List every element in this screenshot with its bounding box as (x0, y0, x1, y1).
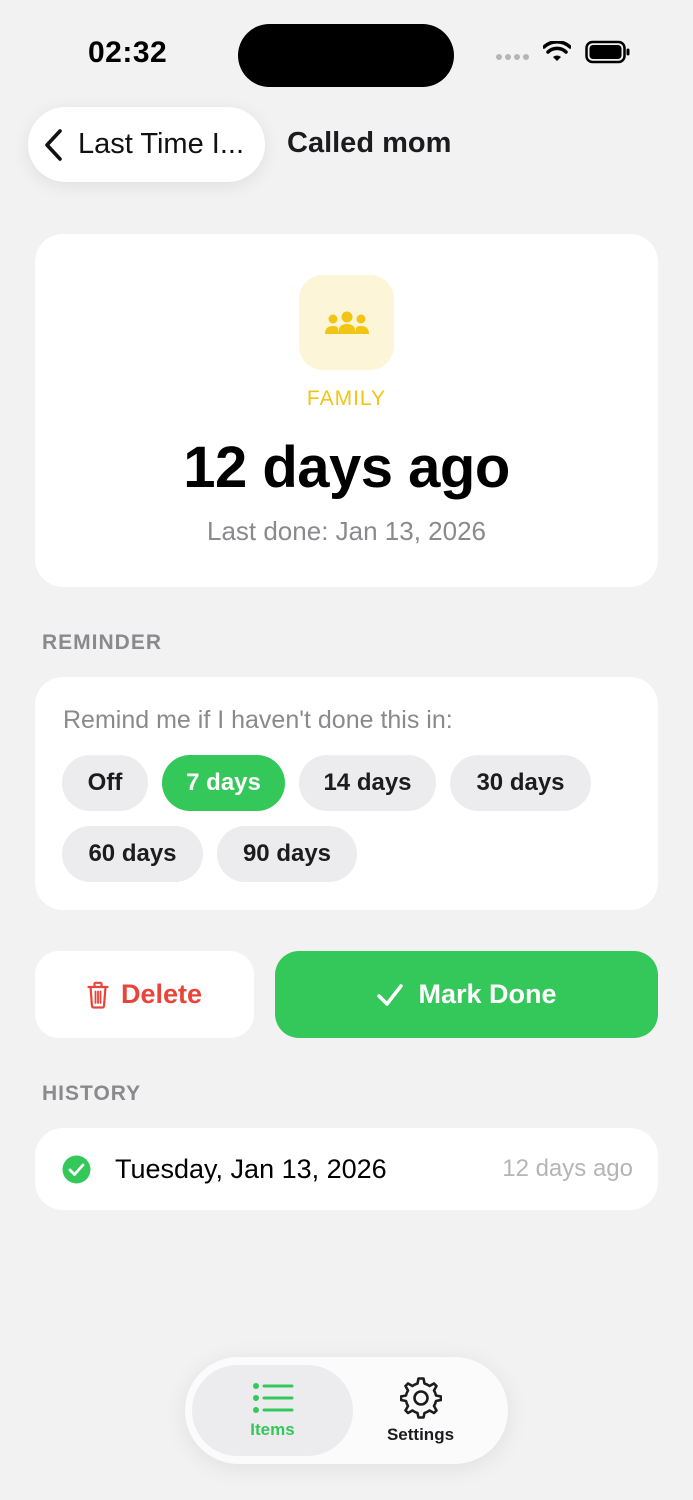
delete-button[interactable]: Delete (35, 951, 254, 1038)
back-button[interactable]: Last Time I... (28, 107, 265, 182)
tab-bar: Items Settings (185, 1357, 508, 1464)
reminder-option-30-days[interactable]: 30 days (450, 755, 591, 811)
elapsed-time: 12 days ago (183, 435, 510, 500)
history-section-header: HISTORY (42, 1082, 142, 1105)
back-button-label: Last Time I... (78, 128, 244, 160)
mark-done-button[interactable]: Mark Done (275, 951, 658, 1038)
reminder-option-60-days[interactable]: 60 days (62, 826, 203, 882)
page-title: Called mom (287, 127, 452, 159)
status-time: 02:32 (88, 36, 168, 69)
reminder-option-14-days[interactable]: 14 days (299, 755, 436, 811)
dynamic-island (238, 24, 454, 87)
mark-done-button-label: Mark Done (418, 979, 557, 1009)
people-group-icon (324, 311, 369, 334)
screen: 02:32 Last Time I... Called mom FAMILY 1… (0, 0, 693, 1500)
checkmark-icon (377, 983, 404, 1006)
reminder-prompt: Remind me if I haven't done this in: (63, 706, 453, 734)
summary-card: FAMILY 12 days ago Last done: Jan 13, 20… (35, 234, 658, 587)
reminder-section-header: REMINDER (42, 631, 163, 654)
tab-items-label: Items (250, 1419, 295, 1439)
battery-icon (585, 40, 630, 64)
history-date: Tuesday, Jan 13, 2026 (115, 1153, 387, 1184)
last-done-date: Last done: Jan 13, 2026 (206, 516, 486, 546)
check-circle-icon (62, 1155, 91, 1183)
tab-settings[interactable]: Settings (348, 1365, 493, 1456)
history-relative-time: 12 days ago (502, 1155, 633, 1182)
history-row: Tuesday, Jan 13, 2026 12 days ago (35, 1128, 658, 1210)
reminder-option-90-days[interactable]: 90 days (217, 826, 357, 882)
tab-items[interactable]: Items (192, 1365, 353, 1456)
wifi-icon (543, 41, 571, 61)
reminder-option-off[interactable]: Off (62, 755, 148, 811)
trash-icon (87, 981, 109, 1009)
status-icons (496, 40, 631, 64)
cellular-signal-icon (496, 54, 529, 60)
delete-button-label: Delete (120, 979, 203, 1009)
reminder-card: Remind me if I haven't done this in: Off… (35, 677, 658, 910)
list-icon (252, 1382, 293, 1413)
reminder-option-7-days[interactable]: 7 days (162, 755, 285, 811)
chevron-left-icon (45, 128, 62, 161)
gear-icon (399, 1376, 442, 1419)
category-tile (299, 275, 394, 370)
tab-settings-label: Settings (386, 1424, 455, 1444)
category-label: FAMILY (306, 387, 387, 410)
